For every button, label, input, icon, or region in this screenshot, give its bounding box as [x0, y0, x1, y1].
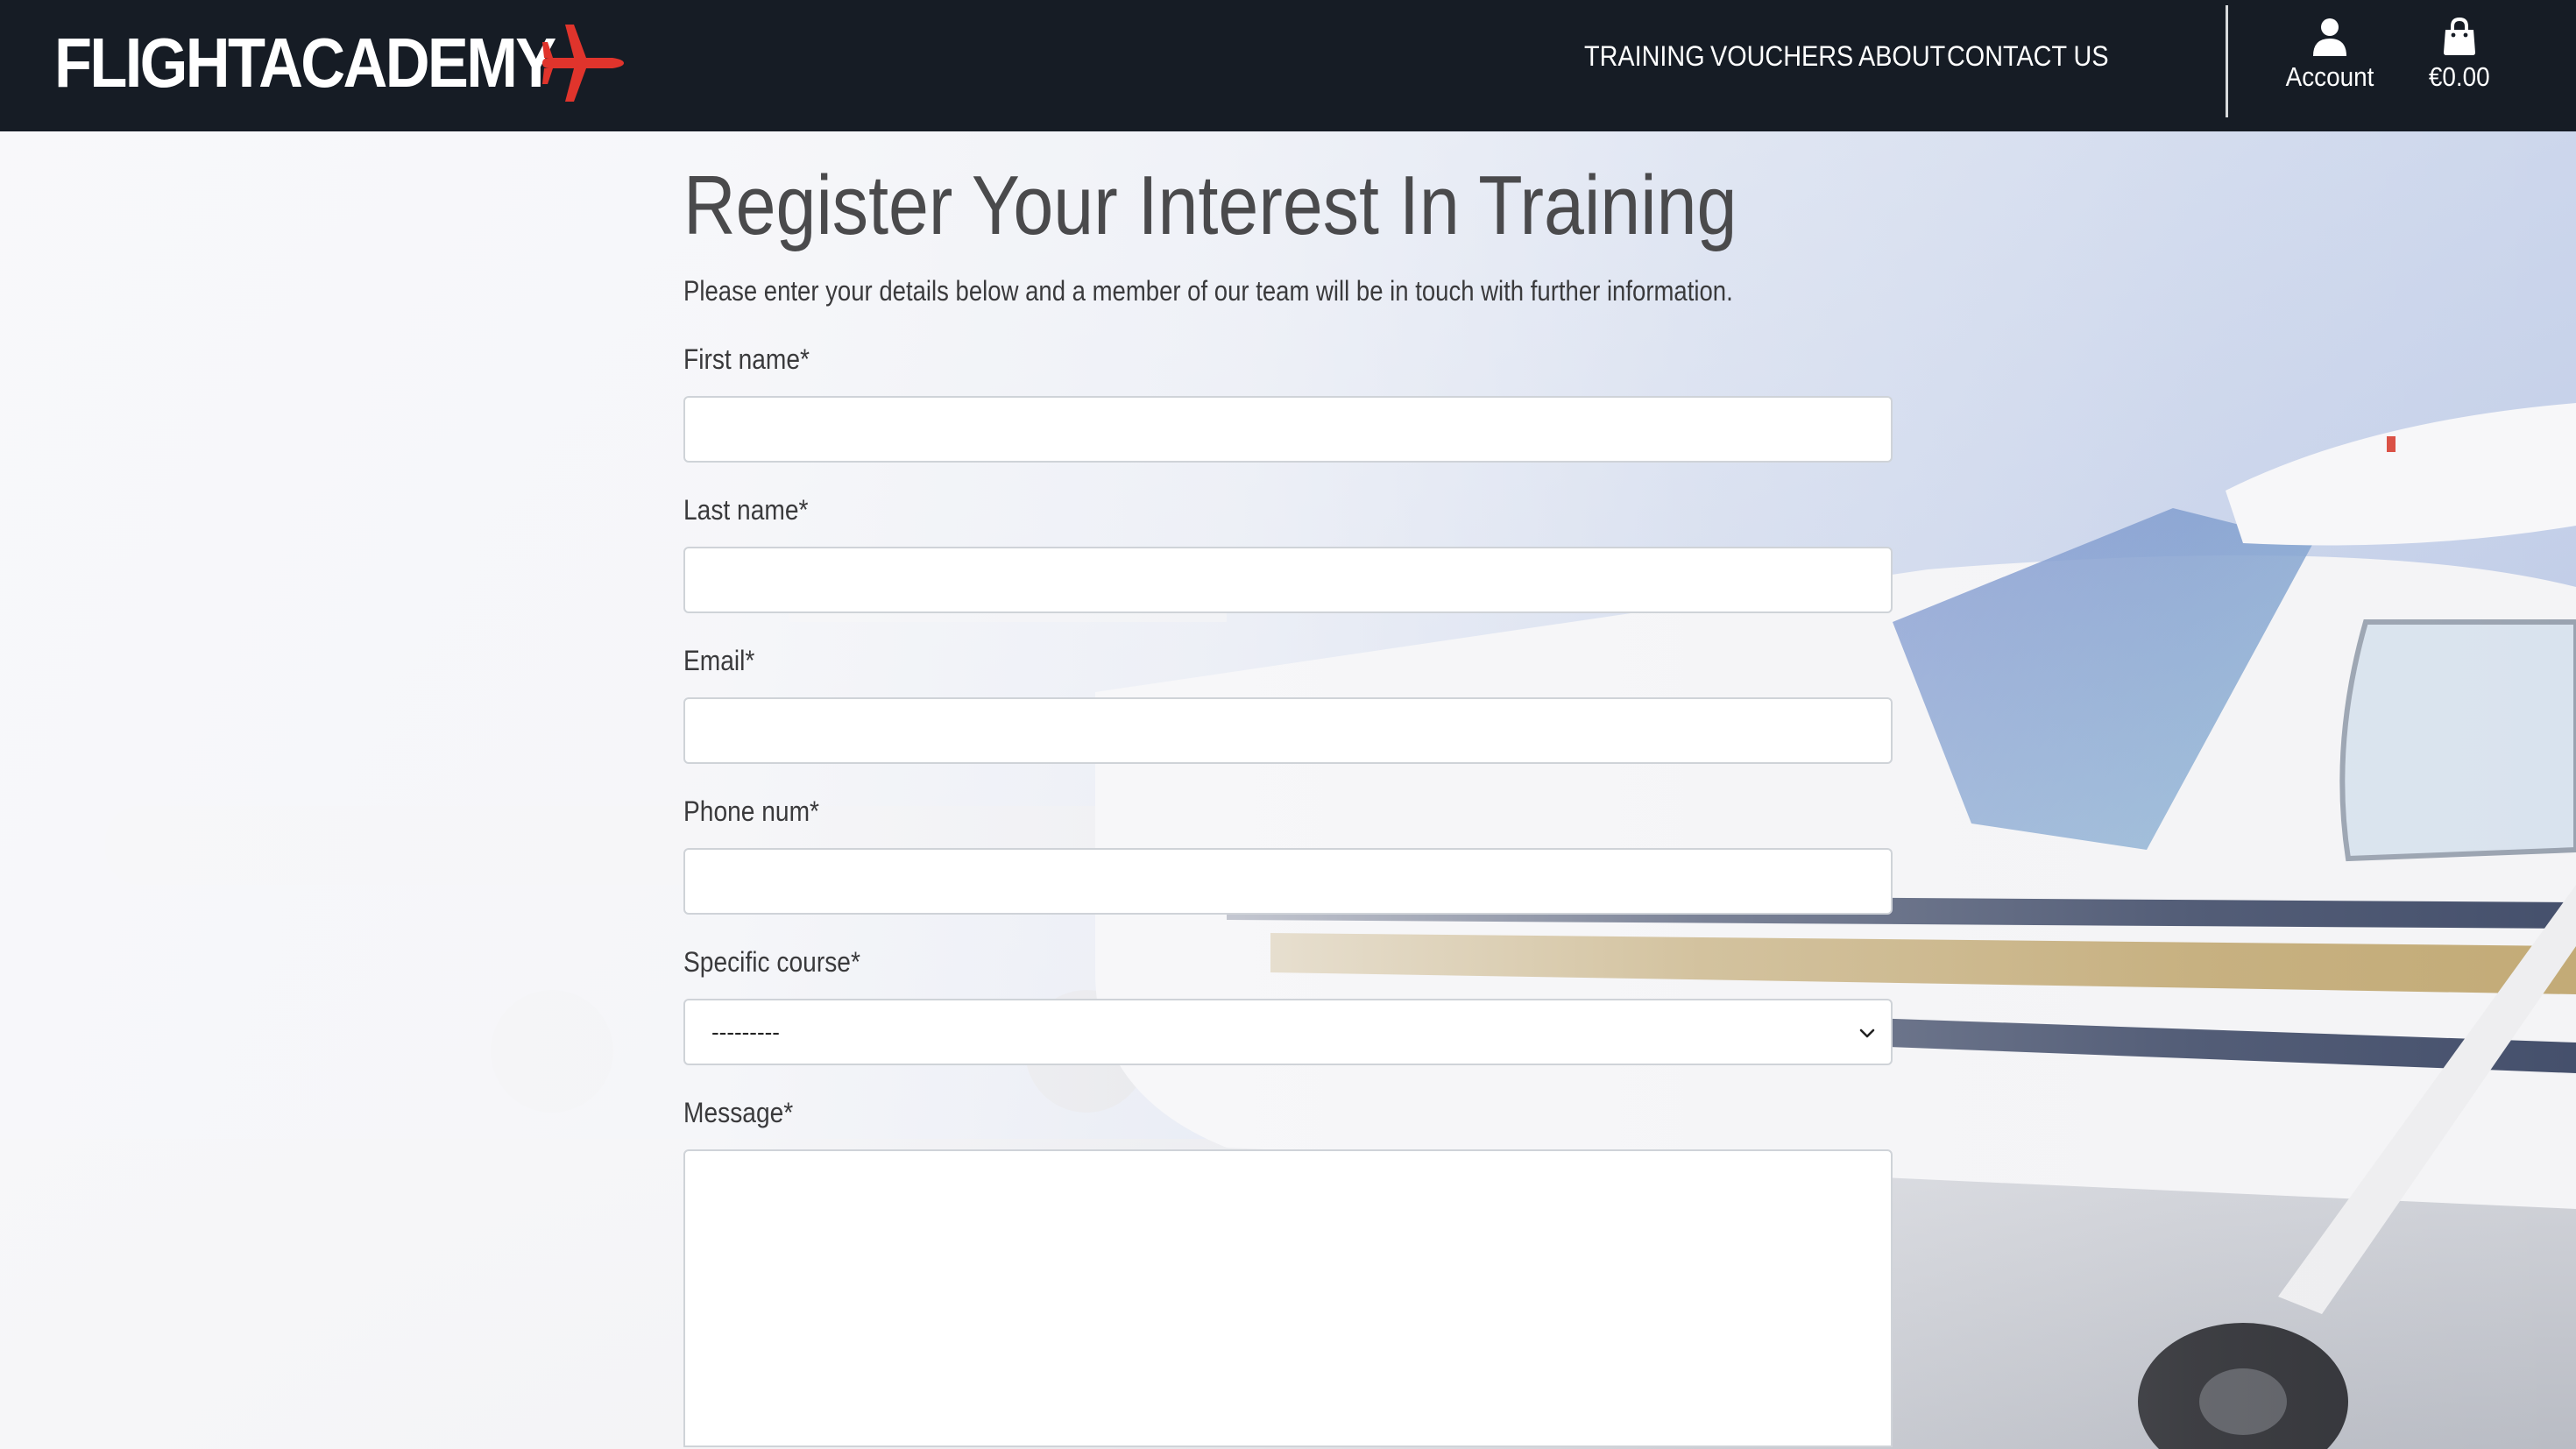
message-label: Message*: [683, 1097, 794, 1128]
email-field[interactable]: [683, 697, 1893, 764]
nav-training[interactable]: TRAINING: [1584, 40, 1705, 73]
cart-total: €0.00: [2428, 61, 2490, 92]
user-icon: [2313, 18, 2346, 56]
nav-contact-us[interactable]: CONTACT US: [1947, 40, 2109, 73]
last-name-field[interactable]: [683, 547, 1893, 613]
course-label: Specific course*: [683, 946, 860, 978]
nav-about[interactable]: ABOUT: [1858, 40, 1945, 73]
main-nav: TRAINING VOUCHERS ABOUT CONTACT US: [1584, 40, 2127, 73]
airplane-icon: [542, 25, 624, 102]
brand-name: FLIGHTACADEMY: [54, 24, 556, 102]
brand-logo[interactable]: FLIGHTACADEMY: [54, 19, 624, 107]
page-subtitle: Please enter your details below and a me…: [683, 275, 1733, 307]
nav-divider: [2226, 5, 2228, 117]
account-link[interactable]: Account: [2281, 18, 2379, 93]
phone-label: Phone num*: [683, 795, 819, 827]
first-name-field[interactable]: [683, 396, 1893, 463]
message-field[interactable]: [683, 1149, 1893, 1447]
email-label: Email*: [683, 645, 755, 676]
first-name-label: First name*: [683, 343, 810, 375]
shopping-bag-icon: [2443, 18, 2475, 55]
phone-field[interactable]: [683, 848, 1893, 915]
top-navbar: FLIGHTACADEMY TRAINING VOUCHERS ABOUT CO…: [0, 0, 2576, 131]
page-title: Register Your Interest In Training: [683, 159, 1737, 252]
account-label: Account: [2285, 61, 2374, 92]
course-select-wrapper: ---------: [683, 999, 1893, 1065]
cart-link[interactable]: €0.00: [2425, 18, 2494, 93]
last-name-label: Last name*: [683, 494, 809, 526]
nav-vouchers[interactable]: VOUCHERS: [1710, 40, 1853, 73]
course-select[interactable]: ---------: [683, 999, 1893, 1065]
